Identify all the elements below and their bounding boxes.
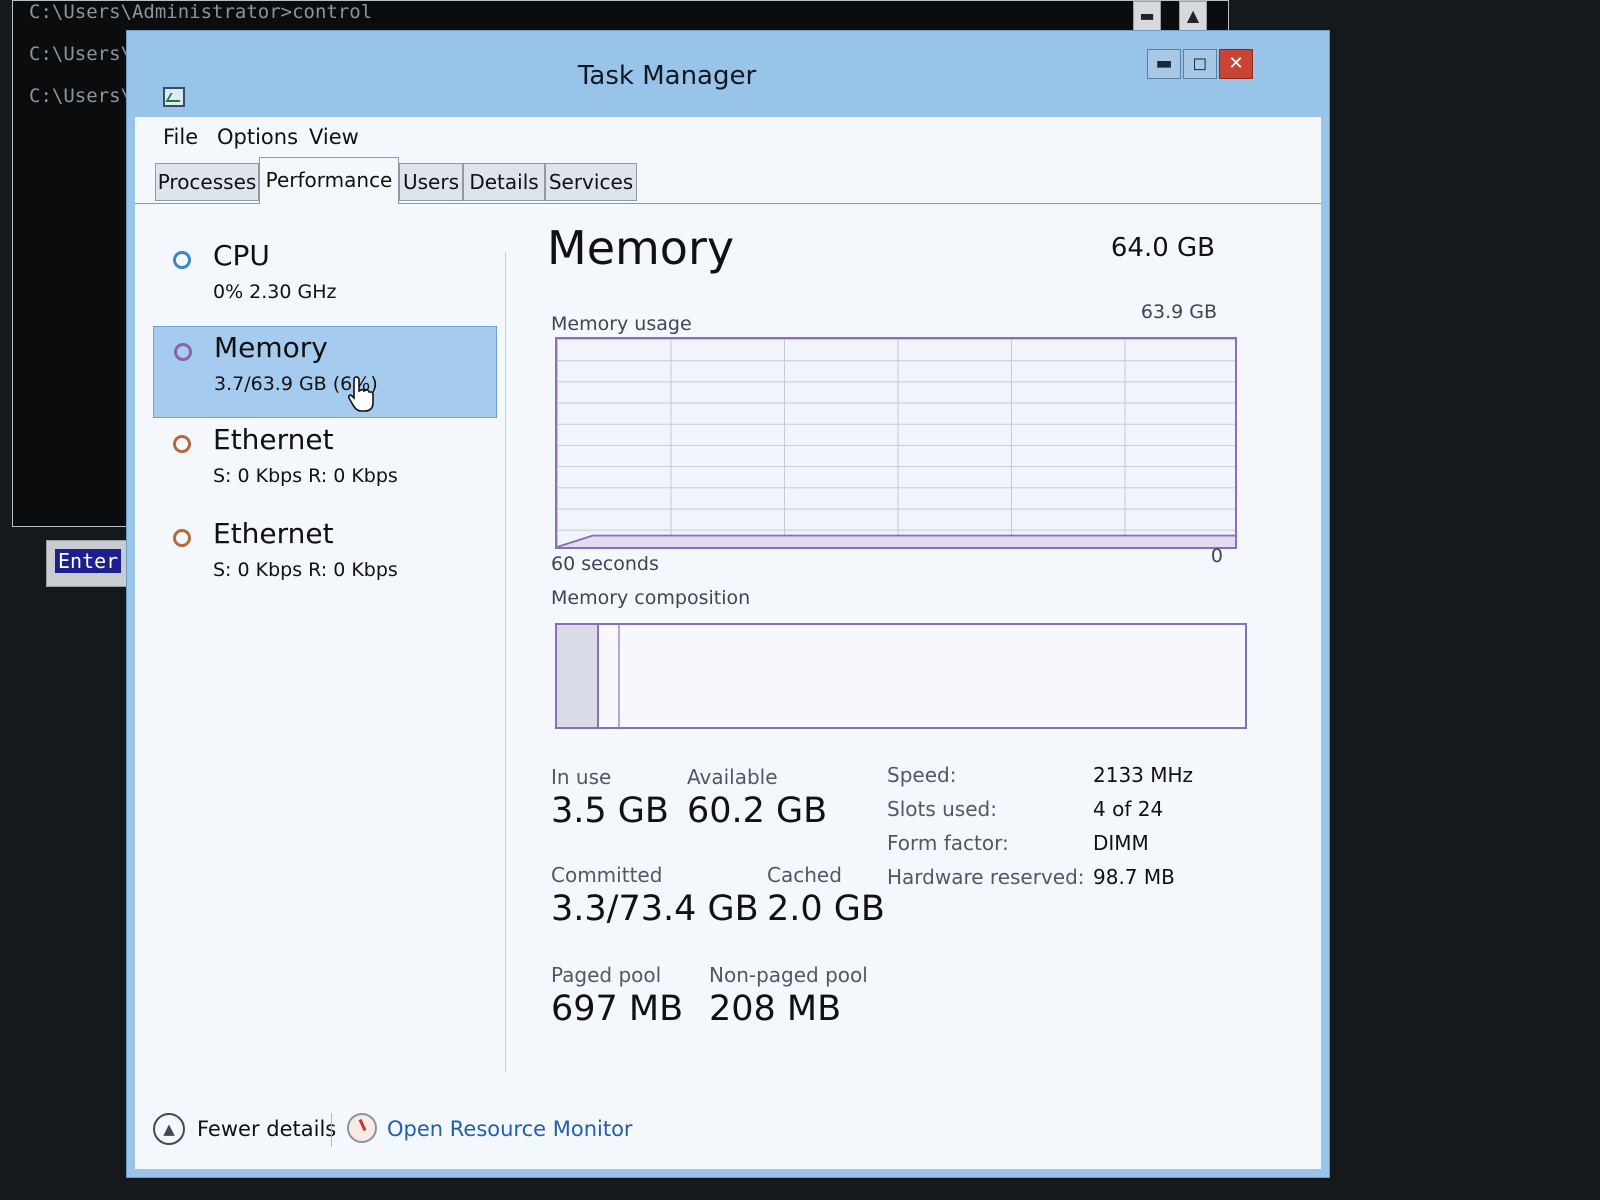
spec-speed-value: 2133 MHz	[1093, 763, 1194, 787]
stat-committed-value: 3.3/73.4 GB	[551, 889, 759, 929]
graph-min-label: 0	[1210, 545, 1223, 567]
composition-in-use-segment	[557, 625, 599, 727]
console-line: C:\Users\	[29, 85, 132, 107]
sidebar-item-title: Ethernet	[213, 423, 334, 456]
memory-circle-icon	[174, 343, 192, 361]
console-scroll-up-button[interactable]: ▲	[1179, 1, 1207, 31]
stat-in-use-value: 3.5 GB	[551, 791, 669, 831]
memory-composition-bar	[555, 623, 1247, 729]
stat-non-paged-pool-label: Non-paged pool	[709, 963, 868, 987]
sidebar-item-title: Ethernet	[213, 517, 334, 550]
tab-performance[interactable]: Performance	[259, 157, 399, 204]
sidebar-item-title: Memory	[214, 331, 328, 364]
stat-cached-value: 2.0 GB	[767, 889, 885, 929]
hand-cursor-icon	[348, 376, 374, 412]
stat-available-value: 60.2 GB	[687, 791, 828, 831]
enter-label: Enter	[55, 549, 122, 573]
stat-cached-label: Cached	[767, 863, 842, 887]
page-title: Memory	[547, 221, 735, 275]
memory-usage-fill	[557, 535, 1235, 547]
minimize-button[interactable]: ▬	[1147, 49, 1181, 79]
spec-slots-value: 4 of 24	[1093, 797, 1164, 821]
stat-paged-pool-label: Paged pool	[551, 963, 662, 987]
memory-usage-label: Memory usage	[551, 313, 692, 335]
task-manager-window: Task Manager ▬ ◻ ✕ File Options View Pro…	[126, 30, 1330, 1178]
tab-processes[interactable]: Processes	[155, 163, 259, 201]
menu-options[interactable]: Options	[217, 125, 298, 149]
footer-divider	[331, 1113, 332, 1147]
sidebar-item-title: CPU	[213, 239, 270, 272]
resource-monitor-icon[interactable]	[347, 1113, 377, 1143]
sidebar-item-ethernet[interactable]: Ethernet S: 0 Kbps R: 0 Kbps	[153, 419, 497, 511]
memory-usage-chart	[557, 534, 1235, 547]
menu-bar: File Options View	[135, 117, 1321, 157]
stat-in-use-label: In use	[551, 765, 612, 789]
tab-details[interactable]: Details	[463, 163, 545, 201]
stat-available-label: Available	[687, 765, 778, 789]
memory-usage-max: 63.9 GB	[1140, 301, 1217, 323]
spec-form-factor-value: DIMM	[1093, 831, 1149, 855]
ethernet-circle-icon	[173, 435, 191, 453]
sidebar-item-ethernet-2[interactable]: Ethernet S: 0 Kbps R: 0 Kbps	[153, 513, 497, 605]
memory-composition-label: Memory composition	[551, 587, 751, 609]
cpu-circle-icon	[173, 251, 191, 269]
maximize-button[interactable]: ◻	[1183, 49, 1217, 79]
stat-paged-pool-value: 697 MB	[551, 989, 684, 1029]
client-area: File Options View Processes Performance …	[135, 117, 1321, 1169]
ethernet-circle-icon	[173, 529, 191, 547]
spec-hardware-reserved-label: Hardware reserved:	[887, 865, 1085, 889]
spec-slots-label: Slots used:	[887, 797, 997, 821]
fewer-details-button[interactable]: Fewer details	[197, 1117, 336, 1141]
title-bar[interactable]: Task Manager ▬ ◻ ✕	[127, 31, 1329, 117]
sidebar-item-subtitle: 0% 2.30 GHz	[213, 281, 337, 303]
tab-users[interactable]: Users	[399, 163, 463, 201]
open-resource-monitor-link[interactable]: Open Resource Monitor	[387, 1117, 633, 1141]
console-line: C:\Users\Administrator>control	[29, 1, 373, 23]
stat-non-paged-pool-value: 208 MB	[709, 989, 842, 1029]
sidebar-divider	[505, 252, 506, 1072]
graph-time-label: 60 seconds	[551, 553, 659, 575]
sidebar-item-subtitle: S: 0 Kbps R: 0 Kbps	[213, 559, 398, 581]
menu-file[interactable]: File	[163, 125, 198, 149]
sidebar-item-cpu[interactable]: CPU 0% 2.30 GHz	[153, 235, 497, 327]
composition-standby-segment	[597, 625, 620, 727]
tab-strip: Processes Performance Users Details Serv…	[135, 157, 1321, 204]
console-scroll-thumb[interactable]: ▬	[1133, 1, 1161, 31]
window-title: Task Manager	[577, 61, 757, 91]
spec-hardware-reserved-value: 98.7 MB	[1093, 865, 1175, 889]
close-button[interactable]: ✕	[1219, 49, 1253, 79]
stat-committed-label: Committed	[551, 863, 663, 887]
chevron-up-icon[interactable]: ▲	[153, 1113, 185, 1145]
spec-form-factor-label: Form factor:	[887, 831, 1009, 855]
spec-speed-label: Speed:	[887, 763, 957, 787]
tab-services[interactable]: Services	[545, 163, 637, 201]
menu-view[interactable]: View	[309, 125, 359, 149]
sidebar-item-memory[interactable]: Memory 3.7/63.9 GB (6%)	[153, 326, 497, 418]
enter-prompt: Enter	[46, 540, 136, 587]
memory-total: 64.0 GB	[1110, 233, 1215, 263]
memory-usage-graph	[555, 337, 1237, 549]
sidebar-item-subtitle: S: 0 Kbps R: 0 Kbps	[213, 465, 398, 487]
